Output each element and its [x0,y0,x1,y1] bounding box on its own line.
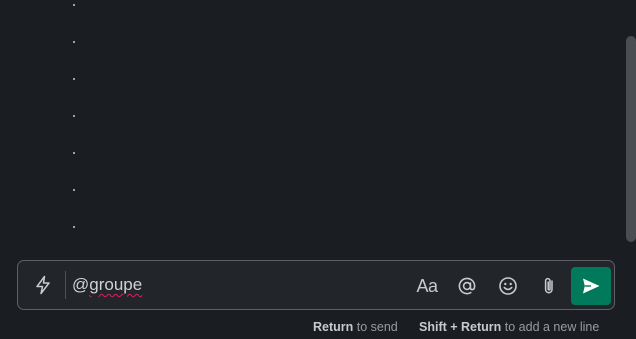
app-window: @groupe Aa Return to send Shift + Return… [0,0,636,339]
formatting-button[interactable]: Aa [414,273,440,299]
lightning-icon [36,275,50,295]
composer-divider [65,271,66,299]
shortcuts-button[interactable] [31,273,55,297]
input-misspelled-word: groupe [89,275,143,294]
input-prefix: @ [72,275,90,294]
send-hint-text: to send [353,320,398,334]
scrollbar-thumb[interactable] [626,36,636,242]
emoji-button[interactable] [495,273,521,299]
paper-plane-icon [583,278,600,294]
at-icon [458,277,476,295]
message-input[interactable]: @groupe [72,275,142,295]
newline-hint-text: to add a new line [501,320,600,334]
message-dot [73,41,75,43]
message-dot [73,226,75,228]
newline-hint: Shift + Return to add a new line [419,320,599,334]
newline-hint-key: Shift + Return [419,320,502,334]
message-dot [73,152,75,154]
send-hint: Return to send [313,320,398,334]
message-dot [73,115,75,117]
message-dot [73,189,75,191]
message-list [0,0,624,252]
send-hint-key: Return [313,320,354,334]
paperclip-icon [544,277,553,294]
message-dot [73,78,75,80]
formatting-icon: Aa [416,275,438,296]
smiley-icon [499,277,517,295]
attach-button[interactable] [536,273,562,299]
mention-button[interactable] [454,273,480,299]
message-dot [73,4,75,6]
message-composer: @groupe Aa [17,260,615,310]
send-button[interactable] [571,267,611,305]
